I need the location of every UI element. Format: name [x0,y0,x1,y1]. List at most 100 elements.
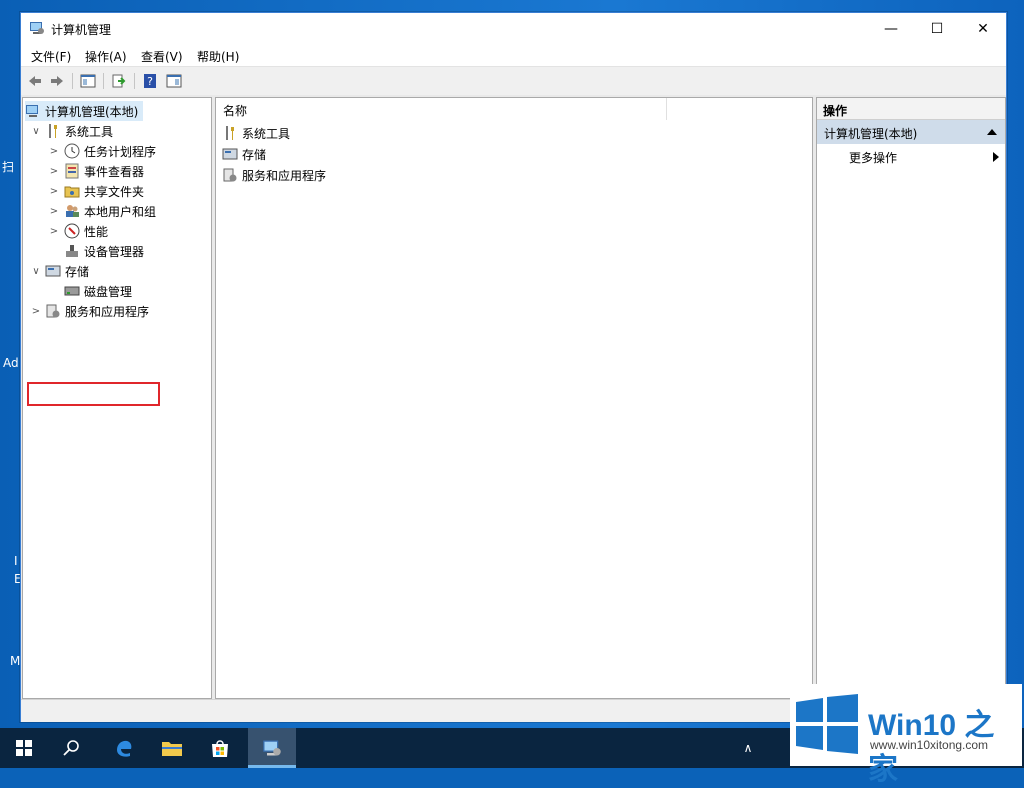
expand-chevron-icon[interactable]: > [49,166,59,177]
tree-item-event-viewer[interactable]: 事件查看器 [64,161,144,181]
more-actions-label: 更多操作 [849,150,898,165]
desktop-fragment: 扫 [2,160,15,174]
start-button[interactable] [0,728,48,768]
tree-item-local-users[interactable]: 本地用户和组 [64,201,156,221]
column-header-label: 名称 [223,104,248,118]
device-manager-icon [66,245,78,257]
list-item[interactable]: 存储 [222,144,266,164]
actions-section[interactable]: 计算机管理(本地) [817,120,1005,144]
collapse-chevron-icon[interactable]: ∨ [31,266,41,277]
column-header-name[interactable]: 名称 [216,98,812,120]
expand-chevron-icon[interactable]: > [49,206,59,217]
tree-label: 服务和应用程序 [65,304,150,319]
tree-item-services-apps[interactable]: 服务和应用程序 [45,301,149,321]
performance-icon [64,223,80,239]
store-button[interactable] [196,728,244,768]
svg-text:?: ? [147,75,153,88]
users-icon [66,205,79,217]
storage-icon [222,148,238,160]
tree-item-disk-management[interactable]: 磁盘管理 [64,281,132,301]
window-title: 计算机管理 [51,23,112,37]
list-item[interactable]: 系统工具 [222,123,290,143]
edge-button[interactable] [100,728,148,768]
menu-view[interactable]: 查看(V) [141,48,183,65]
column-separator[interactable] [666,98,667,120]
content-area: 计算机管理(本地) ∨ 系统工具 > 任务计划程序 > 事件查看器 > 共享文件… [21,95,1006,699]
services-icon [46,304,60,318]
list-item-label: 存储 [242,147,267,162]
tree-item-performance[interactable]: 性能 [64,221,108,241]
list-item[interactable]: 服务和应用程序 [222,165,326,185]
computer-management-icon [30,22,44,34]
maximize-button[interactable]: ☐ [914,13,960,44]
tree-label: 设备管理器 [84,244,145,259]
tree-label: 磁盘管理 [84,284,133,299]
menu-file[interactable]: 文件(F) [31,48,71,65]
tree-item-storage[interactable]: 存储 [45,261,89,281]
forward-button[interactable] [47,71,67,91]
show-action-pane-button[interactable] [164,71,184,91]
back-button[interactable] [25,71,45,91]
help-icon: ? [144,74,156,88]
store-icon [212,740,228,757]
menu-help[interactable]: 帮助(H) [197,48,239,65]
menu-action[interactable]: 操作(A) [85,48,127,65]
details-list: 名称 系统工具 存储 服务和应用程序 [215,97,813,699]
maximize-icon: ☐ [930,20,944,37]
list-item-label: 服务和应用程序 [242,168,327,183]
computer-management-icon [26,105,38,117]
submenu-arrow-icon [993,152,999,162]
close-icon: ✕ [977,20,989,37]
tree-label: 本地用户和组 [84,204,157,219]
forward-arrow-icon [51,76,63,86]
title-bar[interactable]: 计算机管理 — ☐ ✕ [21,13,1006,44]
tree-item-task-scheduler[interactable]: 任务计划程序 [64,141,156,161]
windows-logo-icon [796,694,858,754]
desktop-fragment: I [14,554,18,568]
collapse-chevron-icon[interactable]: ∨ [31,126,41,137]
menu-bar: 文件(F) 操作(A) 查看(V) 帮助(H) [21,44,1006,66]
search-button[interactable] [48,728,96,768]
more-actions[interactable]: 更多操作 [849,147,999,167]
export-list-button[interactable] [109,71,129,91]
search-icon [63,740,79,756]
annotation-highlight-box [27,382,160,406]
tree-item-system-tools[interactable]: 系统工具 [45,121,113,141]
list-item-label: 系统工具 [242,126,291,141]
disk-icon [64,286,80,296]
watermark: Win10 之家 www.win10xitong.com [790,684,1022,786]
show-hide-tree-button[interactable] [78,71,98,91]
actions-header-label: 操作 [823,104,848,118]
help-button[interactable]: ? [140,71,160,91]
chevron-up-icon: ∧ [743,741,753,755]
tools-icon [49,124,57,138]
tray-expand-button[interactable]: ∧ [736,728,760,768]
tree-label: 共享文件夹 [84,184,145,199]
storage-icon [45,265,61,277]
tree-label: 存储 [65,264,90,279]
tree-label: 系统工具 [65,124,114,139]
close-button[interactable]: ✕ [960,13,1006,44]
expand-chevron-icon[interactable]: > [49,146,59,157]
minimize-button[interactable]: — [868,13,914,44]
computer-management-window: 计算机管理 — ☐ ✕ 文件(F) 操作(A) 查看(V) 帮助(H) ? 计算… [20,12,1007,722]
back-arrow-icon [29,76,41,86]
expand-chevron-icon[interactable]: > [31,306,41,317]
tree-item-root[interactable]: 计算机管理(本地) [25,101,143,121]
event-viewer-icon [65,163,79,179]
desktop-fragment: M [10,654,21,668]
expand-chevron-icon[interactable]: > [49,226,59,237]
watermark-url: www.win10xitong.com [870,738,989,752]
minimize-icon: — [884,20,898,37]
desktop-fragment: Ad [3,356,19,370]
tree-item-device-manager[interactable]: 设备管理器 [64,241,144,261]
expand-chevron-icon[interactable]: > [49,186,59,197]
tree-item-shared-folders[interactable]: 共享文件夹 [64,181,144,201]
clock-icon [64,143,80,159]
toolbar-separator [103,73,104,89]
actions-pane: 操作 计算机管理(本地) 更多操作 [816,97,1006,699]
file-explorer-button[interactable] [148,728,196,768]
taskbar-computer-management[interactable] [248,728,296,768]
toolbar: ? [21,66,1006,96]
tree-label: 性能 [84,224,109,239]
